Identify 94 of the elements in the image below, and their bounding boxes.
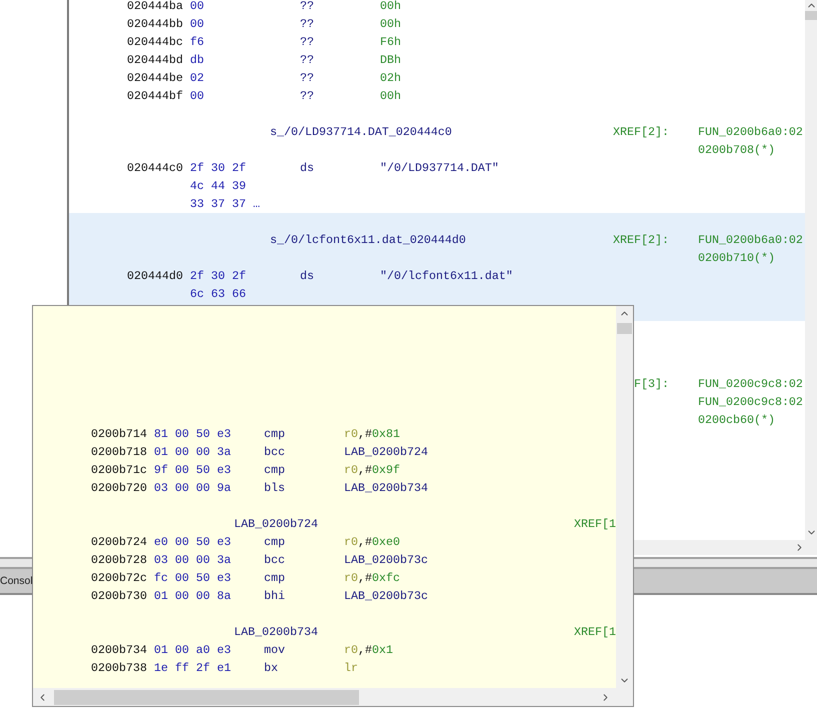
bytes-text: 81 00 50 e3 [154, 427, 231, 441]
scroll-thumb[interactable] [54, 690, 359, 704]
address-text: 0200b718 [91, 445, 147, 459]
operand-text: r0,#0x9f [344, 463, 400, 477]
mnemonic-text: cmp [264, 463, 285, 477]
operand-text: LAB_0200b724 [344, 445, 428, 459]
bytes-text: 01 00 00 3a [154, 445, 231, 459]
address-text: 020444ba [127, 0, 183, 13]
address-text: 0200b730 [91, 589, 147, 603]
address-text: 020444bc [127, 35, 183, 49]
mnemonic-text: cmp [264, 571, 285, 585]
bytes-text: 1e ff 2f e1 [154, 661, 231, 675]
address-text: 0200b734 [91, 643, 147, 657]
operand-text: 00h [380, 0, 401, 13]
address-text: 020444d0 [127, 269, 183, 283]
mnemonic-text: bhi [264, 589, 285, 603]
operand-text: LAB_0200b734 [344, 481, 428, 495]
address-text: 020444bd [127, 53, 183, 67]
bytes-text: 00 [190, 17, 204, 31]
mnemonic-text: ds [300, 269, 314, 283]
bytes-text: f6 [190, 35, 204, 49]
label-text: LAB_0200b734 [234, 625, 318, 639]
mnemonic-text: cmp [264, 427, 285, 441]
mnemonic-text: ?? [300, 89, 314, 103]
scroll-thumb[interactable] [617, 323, 632, 334]
address-text: 0200b724 [91, 535, 147, 549]
mnemonic-text: ?? [300, 35, 314, 49]
operand-text: 02h [380, 71, 401, 85]
mnemonic-text: ?? [300, 53, 314, 67]
bytes-text: 00 [190, 89, 204, 103]
xref-text[interactable]: FUN_0200c9c8:02 [698, 377, 803, 391]
xref-label: XREF[1 [574, 517, 616, 531]
xref-text[interactable]: FUN_0200c9c8:02 [698, 395, 803, 409]
bytes-text: 2f 30 2f [190, 161, 246, 175]
label-text: s_/0/LD937714.DAT_020444c0 [270, 125, 452, 139]
operand-text: "/0/LD937714.DAT" [380, 161, 499, 175]
mnemonic-text: ?? [300, 0, 314, 13]
bytes-text: 02 [190, 71, 204, 85]
label-text: LAB_0200b724 [234, 517, 318, 531]
operand-text: DBh [380, 53, 401, 67]
bytes-text: fc 00 50 e3 [154, 571, 231, 585]
xref-label: XREF[2]: [613, 233, 669, 247]
address-text: 0200b738 [91, 661, 147, 675]
mnemonic-text: bls [264, 481, 285, 495]
xref-text[interactable]: FUN_0200b6a0:02 [698, 233, 803, 247]
bytes-text: e0 00 50 e3 [154, 535, 231, 549]
xref-label: XREF[2]: [613, 125, 669, 139]
mnemonic-text: mov [264, 643, 285, 657]
operand-text: lr [344, 661, 358, 675]
bytes-text: 03 00 00 3a [154, 553, 231, 567]
bytes-text: 9f 00 50 e3 [154, 463, 231, 477]
address-text: 020444be [127, 71, 183, 85]
address-text: 0200b72c [91, 571, 147, 585]
mnemonic-text: bx [264, 661, 278, 675]
address-text: 020444bf [127, 89, 183, 103]
address-text: 0200b720 [91, 481, 147, 495]
xref-text[interactable]: 0200b710(*) [698, 251, 775, 265]
operand-text: r0,#0xfc [344, 571, 400, 585]
operand-text: "/0/lcfont6x11.dat" [380, 269, 513, 283]
xref-text[interactable]: 0200b708(*) [698, 143, 775, 157]
address-text: 0200b71c [91, 463, 147, 477]
bytes-text: 2f 30 2f [190, 269, 246, 283]
address-text: 0200b728 [91, 553, 147, 567]
mnemonic-text: ?? [300, 17, 314, 31]
address-text: 0200b714 [91, 427, 147, 441]
scroll-thumb[interactable] [805, 11, 817, 20]
bytes-text: 01 00 a0 e3 [154, 643, 231, 657]
xref-text[interactable]: 0200cb60(*) [698, 413, 775, 427]
xref-label: F[3]: [634, 377, 669, 391]
bytes-text: 03 00 00 9a [154, 481, 231, 495]
mnemonic-text: cmp [264, 535, 285, 549]
bytes-text: 6c 63 66 [190, 287, 246, 301]
operand-text: 00h [380, 17, 401, 31]
operand-text: r0,#0xe0 [344, 535, 400, 549]
label-text: s_/0/lcfont6x11.dat_020444d0 [270, 233, 466, 247]
operand-text: F6h [380, 35, 401, 49]
operand-text: 00h [380, 89, 401, 103]
bytes-text: 01 00 00 8a [154, 589, 231, 603]
bytes-text: 4c 44 39 [190, 179, 246, 193]
bytes-text: db [190, 53, 204, 67]
mnemonic-text: ds [300, 161, 314, 175]
address-text: 020444c0 [127, 161, 183, 175]
address-text: 020444bb [127, 17, 183, 31]
operand-text: r0,#0x81 [344, 427, 400, 441]
mnemonic-text: bcc [264, 445, 285, 459]
bytes-text: 00 [190, 0, 204, 13]
operand-text: LAB_0200b73c [344, 553, 428, 567]
xref-label: XREF[1 [574, 625, 616, 639]
xref-text[interactable]: FUN_0200b6a0:02 [698, 125, 803, 139]
bytes-text: 33 37 37 … [190, 197, 260, 211]
operand-text: r0,#0x1 [344, 643, 393, 657]
operand-text: LAB_0200b73c [344, 589, 428, 603]
mnemonic-text: ?? [300, 71, 314, 85]
mnemonic-text: bcc [264, 553, 285, 567]
